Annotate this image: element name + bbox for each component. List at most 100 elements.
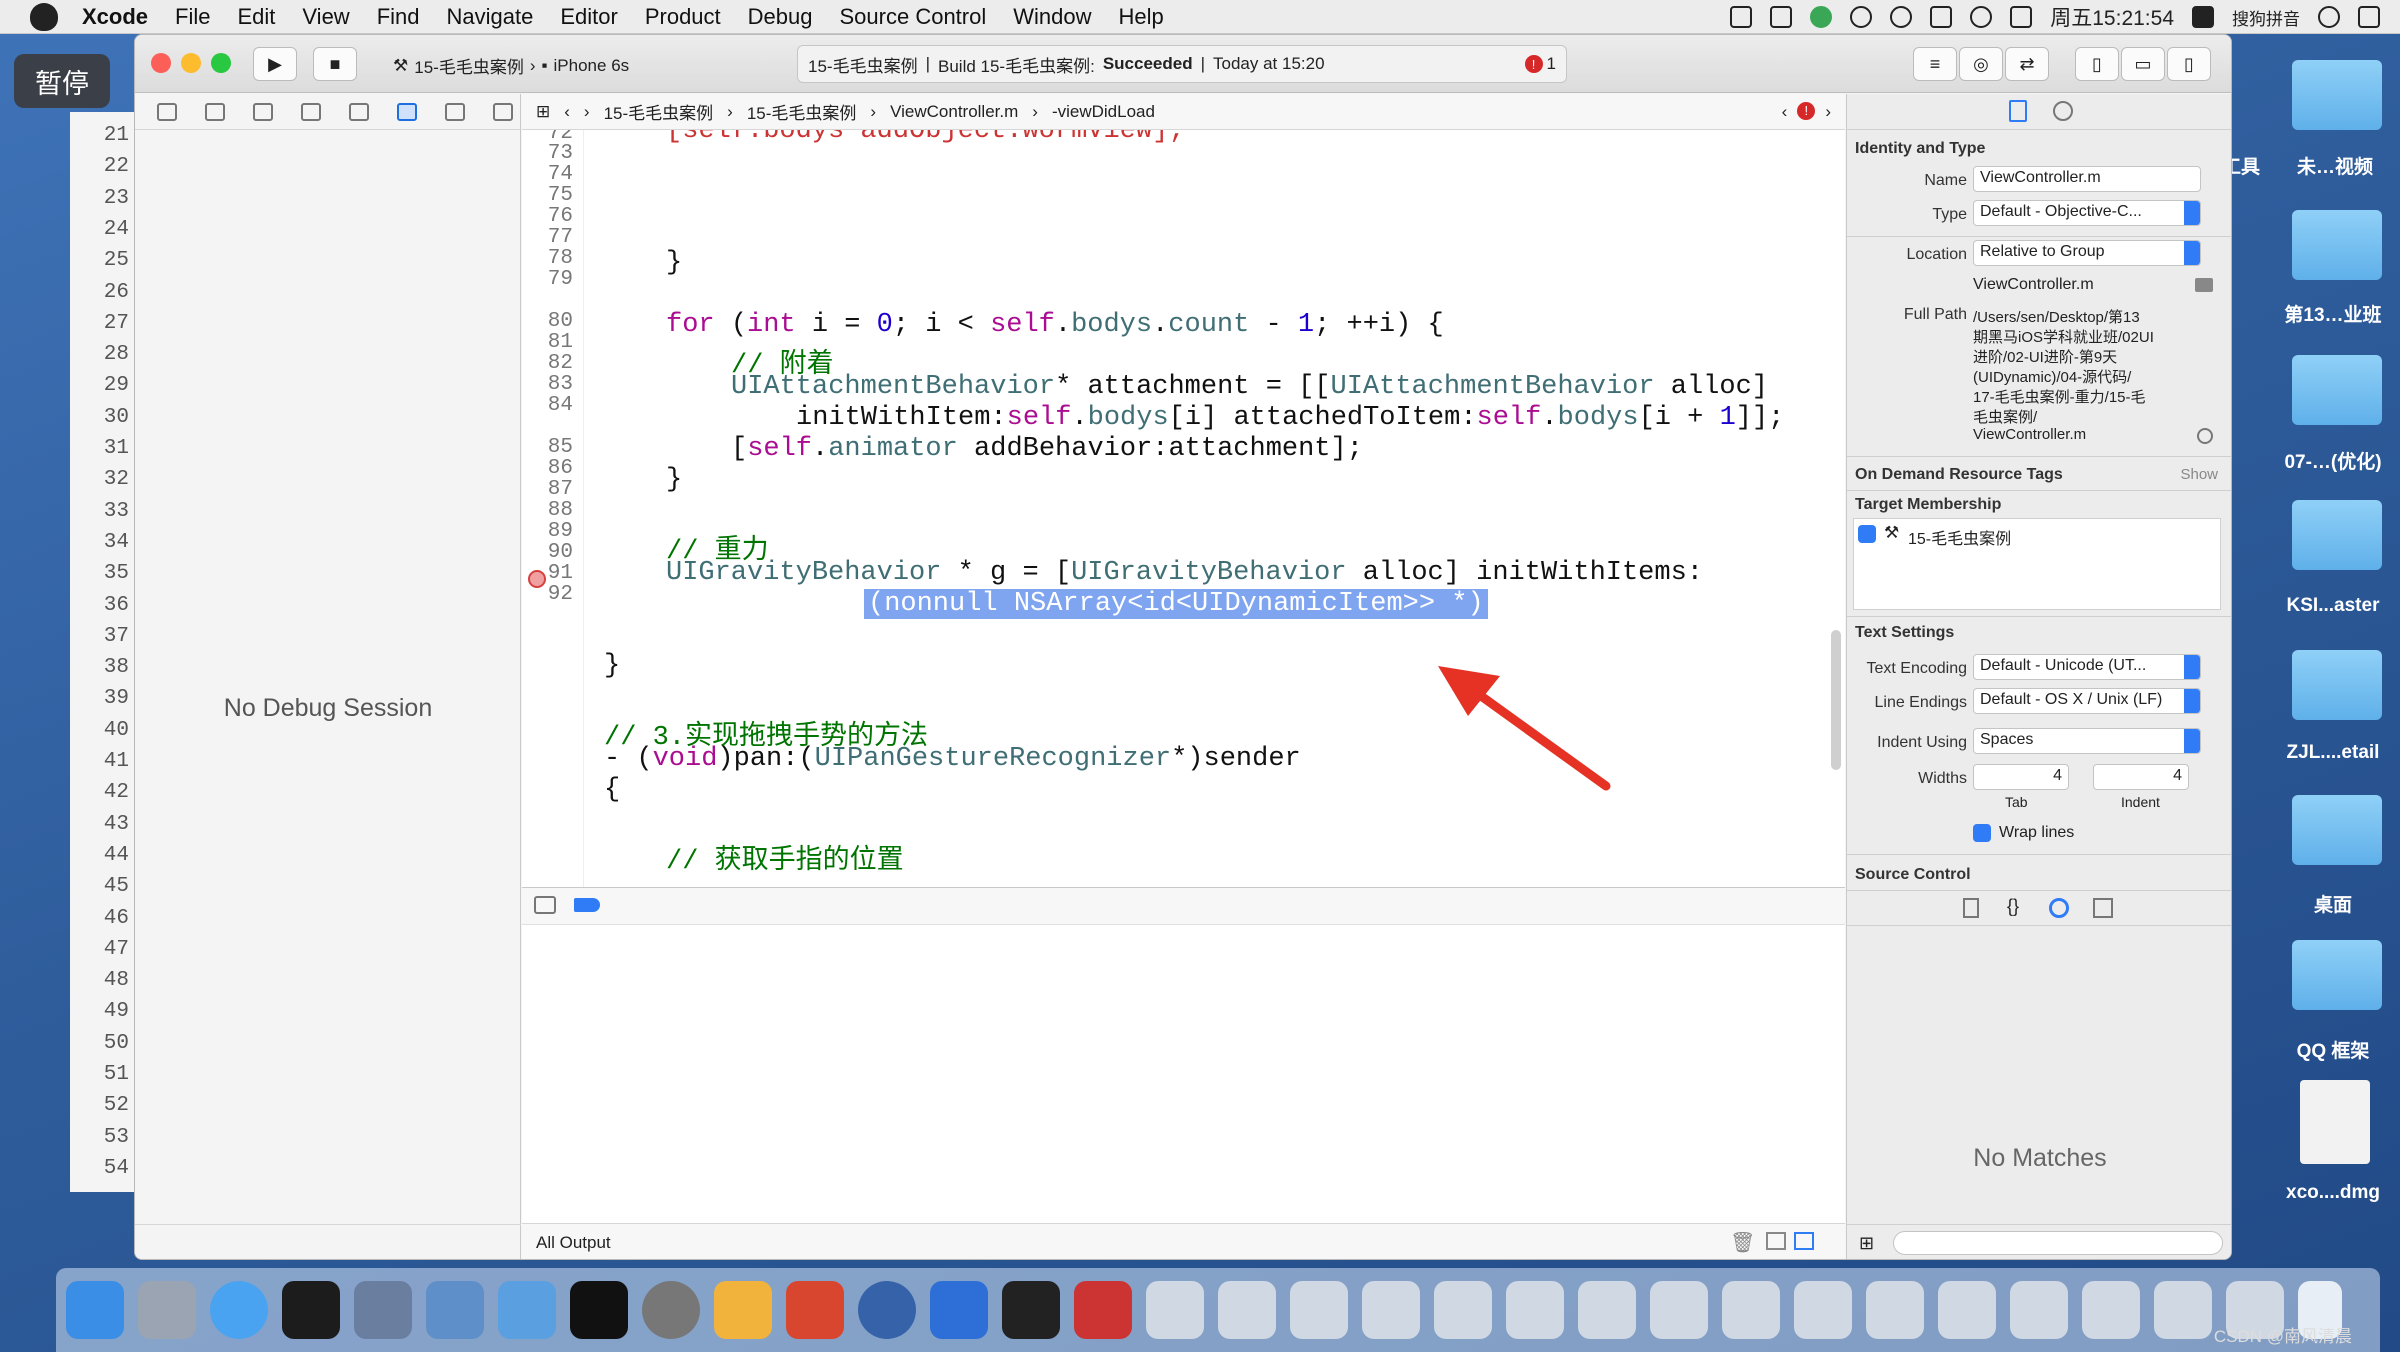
grid-view-icon[interactable]: ⊞ bbox=[1859, 1233, 1874, 1254]
report-icon[interactable] bbox=[493, 102, 513, 121]
library-filter-input[interactable] bbox=[1893, 1231, 2223, 1255]
minimized-window-icon[interactable] bbox=[1218, 1281, 1276, 1339]
back-arrow-icon[interactable]: ‹ bbox=[564, 102, 570, 122]
menu-product[interactable]: Product bbox=[645, 4, 721, 30]
breadcrumb-project[interactable]: 15-毛毛虫案例 bbox=[604, 99, 714, 124]
menu-clock[interactable]: 周五15:21:54 bbox=[2050, 2, 2174, 32]
related-items-icon[interactable]: ⊞ bbox=[536, 102, 550, 122]
standard-editor-button[interactable]: ≡ bbox=[1913, 47, 1957, 81]
console-area[interactable] bbox=[522, 925, 1845, 1223]
forward-arrow-icon[interactable]: › bbox=[584, 102, 590, 122]
prev-issue-icon[interactable]: ‹ bbox=[1782, 102, 1788, 122]
location-select[interactable]: Relative to Group bbox=[1973, 240, 2201, 266]
test-icon[interactable] bbox=[349, 102, 369, 121]
breakpoints-toggle-icon[interactable] bbox=[574, 898, 600, 912]
breadcrumb-group[interactable]: 15-毛毛虫案例 bbox=[747, 99, 857, 124]
minimized-window-icon[interactable] bbox=[1938, 1281, 1996, 1339]
help-inspector-icon[interactable] bbox=[2053, 101, 2073, 121]
issue-indicator[interactable]: ! 1 bbox=[1524, 54, 1556, 74]
scheme-selector[interactable]: ⚒ 15-毛毛虫案例 › ▪ iPhone 6s bbox=[393, 53, 629, 78]
notification-center-icon[interactable] bbox=[2358, 6, 2380, 28]
line-endings-select[interactable]: Default - OS X / Unix (LF) bbox=[1973, 688, 2201, 714]
pause-overlay-button[interactable]: 暂停 bbox=[14, 54, 110, 108]
toggle-inspector-button[interactable]: ▯ bbox=[2167, 47, 2211, 81]
ime-label[interactable]: 搜狗拼音 bbox=[2232, 5, 2300, 30]
menu-app[interactable]: Xcode bbox=[82, 4, 148, 30]
source-editor[interactable]: 72 73 74 75 76 77 78 79 80 81 82 83 84 8… bbox=[522, 130, 1845, 887]
photo-app-icon[interactable] bbox=[354, 1281, 412, 1339]
console-view-icon[interactable] bbox=[1794, 1232, 1814, 1250]
breakpoint-icon[interactable] bbox=[445, 102, 465, 121]
desktop-folder-icon[interactable] bbox=[2292, 650, 2382, 720]
toggle-debug-button[interactable]: ▭ bbox=[2121, 47, 2165, 81]
menu-debug[interactable]: Debug bbox=[748, 4, 813, 30]
text-encoding-select[interactable]: Default - Unicode (UT... bbox=[1973, 654, 2201, 680]
odr-show-button[interactable]: Show bbox=[2180, 466, 2218, 483]
minimized-window-icon[interactable] bbox=[1434, 1281, 1492, 1339]
object-library-icon[interactable] bbox=[2049, 898, 2069, 918]
menu-view[interactable]: View bbox=[302, 4, 349, 30]
menu-file[interactable]: File bbox=[175, 4, 210, 30]
run-button[interactable]: ▶ bbox=[253, 47, 297, 81]
next-issue-icon[interactable]: › bbox=[1825, 102, 1831, 122]
editor-scrollbar[interactable] bbox=[1831, 630, 1841, 770]
file-inspector-icon[interactable] bbox=[2009, 100, 2027, 122]
video-app-icon[interactable] bbox=[1074, 1281, 1132, 1339]
symbol-icon[interactable] bbox=[205, 102, 225, 121]
dmg-file-icon[interactable] bbox=[2300, 1080, 2370, 1164]
name-field[interactable]: ViewController.m bbox=[1973, 166, 2201, 192]
desktop-folder-icon[interactable] bbox=[2292, 210, 2382, 280]
minimized-window-icon[interactable] bbox=[1578, 1281, 1636, 1339]
folder-icon[interactable] bbox=[157, 102, 177, 121]
desktop-folder-icon[interactable] bbox=[2292, 795, 2382, 865]
indent-using-select[interactable]: Spaces bbox=[1973, 728, 2201, 754]
camera-icon[interactable] bbox=[1770, 6, 1793, 28]
finder-icon[interactable] bbox=[66, 1281, 124, 1339]
menu-edit[interactable]: Edit bbox=[237, 4, 275, 30]
minimize-icon[interactable] bbox=[181, 53, 201, 73]
trash-icon[interactable]: 🗑 bbox=[1730, 1230, 1755, 1255]
terminal-icon[interactable] bbox=[570, 1281, 628, 1339]
hide-debug-icon[interactable] bbox=[534, 896, 556, 914]
code-snippet-icon[interactable]: {} bbox=[2007, 896, 2019, 917]
wifi-icon[interactable] bbox=[1970, 6, 1993, 28]
xcode-icon[interactable] bbox=[426, 1281, 484, 1339]
instruments-icon[interactable] bbox=[498, 1281, 556, 1339]
breadcrumb-file[interactable]: ViewController.m bbox=[890, 102, 1018, 122]
assistant-editor-button[interactable]: ◎ bbox=[1959, 47, 2003, 81]
minimized-window-icon[interactable] bbox=[1290, 1281, 1348, 1339]
sketch-icon[interactable] bbox=[714, 1281, 772, 1339]
type-select[interactable]: Default - Objective-C... bbox=[1973, 200, 2201, 226]
version-editor-button[interactable]: ⇄ bbox=[2005, 47, 2049, 81]
error-icon[interactable]: ! bbox=[1797, 101, 1816, 120]
safari-icon[interactable] bbox=[210, 1281, 268, 1339]
minimized-window-icon[interactable] bbox=[1866, 1281, 1924, 1339]
console-app-icon[interactable] bbox=[1002, 1281, 1060, 1339]
presentation-app-icon[interactable] bbox=[786, 1281, 844, 1339]
file-template-icon[interactable] bbox=[1963, 898, 1979, 918]
menu-source-control[interactable]: Source Control bbox=[840, 4, 987, 30]
apple-icon[interactable] bbox=[30, 2, 58, 31]
desktop-folder-icon[interactable] bbox=[2292, 60, 2382, 130]
minimized-window-icon[interactable] bbox=[2010, 1281, 2068, 1339]
error-marker-icon[interactable] bbox=[528, 570, 546, 588]
screen-share-app-icon[interactable] bbox=[930, 1281, 988, 1339]
desktop-folder-icon[interactable] bbox=[2292, 355, 2382, 425]
stop-button[interactable]: ■ bbox=[313, 47, 357, 81]
zoom-icon[interactable] bbox=[211, 53, 231, 73]
debug-navigator-icon[interactable] bbox=[397, 102, 417, 121]
minimized-window-icon[interactable] bbox=[2154, 1281, 2212, 1339]
minimized-window-icon[interactable] bbox=[1650, 1281, 1708, 1339]
volume-icon[interactable] bbox=[2010, 6, 2033, 28]
target-checkbox[interactable] bbox=[1858, 525, 1876, 543]
lock-icon[interactable] bbox=[1930, 6, 1953, 28]
desktop-folder-icon[interactable] bbox=[2292, 500, 2382, 570]
minimized-window-icon[interactable] bbox=[1146, 1281, 1204, 1339]
launchpad-icon[interactable] bbox=[138, 1281, 196, 1339]
wrap-lines-checkbox[interactable] bbox=[1973, 824, 1991, 842]
menu-editor[interactable]: Editor bbox=[560, 4, 617, 30]
reveal-arrow-icon[interactable] bbox=[2197, 428, 2213, 444]
find-icon[interactable] bbox=[253, 102, 273, 121]
spotlight-search-icon[interactable] bbox=[2318, 6, 2340, 28]
minimized-window-icon[interactable] bbox=[1722, 1281, 1780, 1339]
